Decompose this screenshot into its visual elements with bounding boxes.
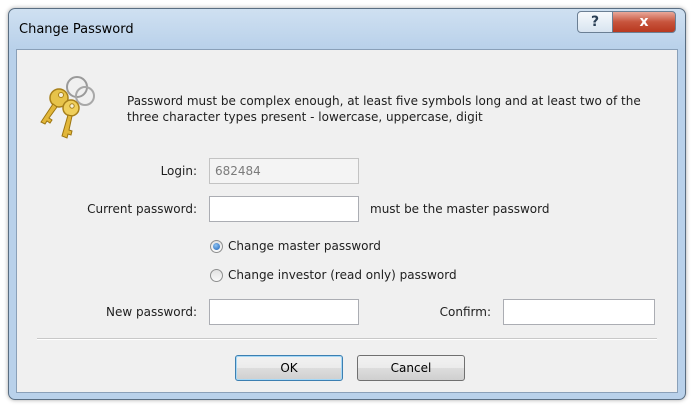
dialog-title: Change Password: [19, 22, 134, 37]
password-requirements-text: Password must be complex enough, at leas…: [127, 94, 641, 124]
confirm-password-field[interactable]: [503, 299, 655, 325]
radio-change-investor[interactable]: Change investor (read only) password: [210, 268, 457, 282]
close-button[interactable]: x: [612, 11, 676, 33]
new-password-label: New password:: [105, 305, 197, 319]
help-button[interactable]: ?: [577, 11, 613, 33]
current-password-label: Current password:: [87, 202, 197, 216]
radio-change-master-label: Change master password: [228, 239, 381, 253]
dialog-body: Password must be complex enough, at leas…: [16, 49, 678, 393]
new-password-field[interactable]: [209, 299, 359, 325]
close-icon: x: [639, 14, 649, 30]
cancel-button[interactable]: Cancel: [357, 355, 465, 381]
change-password-dialog: Change Password ? x Password must be com…: [8, 8, 686, 400]
radio-button-checked[interactable]: [210, 239, 223, 253]
confirm-label: Confirm:: [439, 305, 491, 319]
title-bar[interactable]: Change Password ? x: [9, 9, 685, 49]
help-icon: ?: [590, 14, 600, 30]
login-field: [209, 158, 359, 184]
radio-button-unchecked[interactable]: [210, 268, 223, 282]
login-label: Login:: [160, 164, 197, 178]
radio-change-master[interactable]: Change master password: [210, 239, 381, 253]
ok-button[interactable]: OK: [235, 355, 343, 381]
current-password-field[interactable]: [209, 196, 359, 222]
keys-icon: [40, 76, 95, 139]
current-password-hint: must be the master password: [370, 202, 550, 216]
separator: [37, 338, 657, 340]
radio-change-investor-label: Change investor (read only) password: [228, 268, 457, 282]
